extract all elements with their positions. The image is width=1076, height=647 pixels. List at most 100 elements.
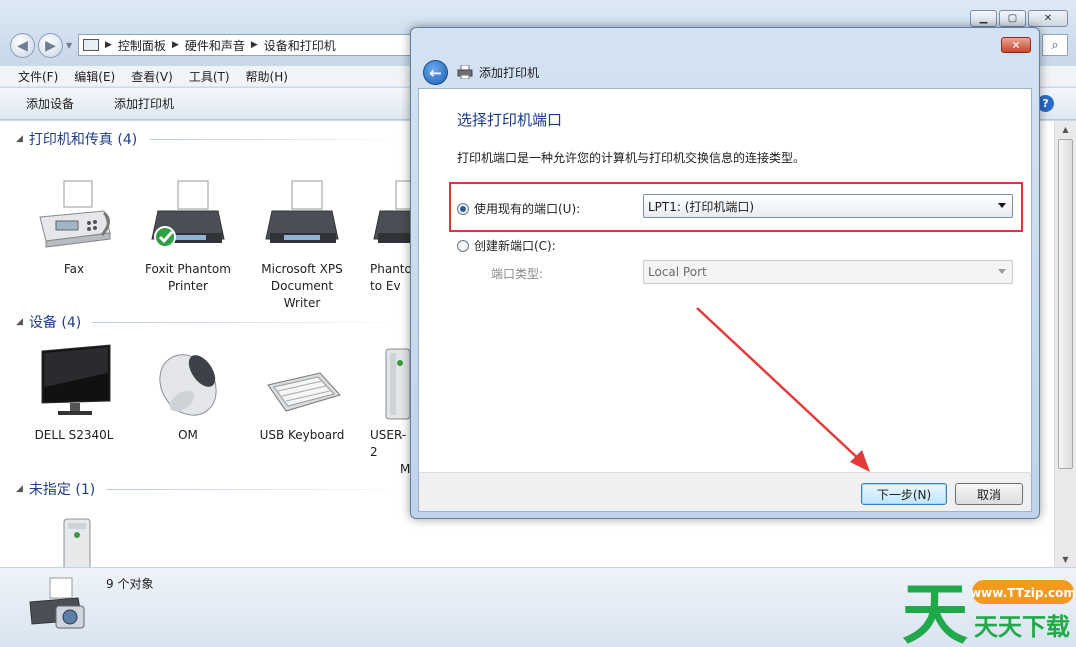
computer-tower-icon bbox=[34, 513, 114, 567]
collapse-triangle-icon[interactable]: ◢ bbox=[16, 484, 23, 494]
scrollbar-thumb[interactable] bbox=[1058, 139, 1073, 469]
watermark-text: 天天下载 bbox=[974, 613, 1070, 641]
radio-button-unchecked[interactable] bbox=[457, 239, 469, 252]
use-existing-port-radio[interactable]: 使用现有的端口(U): bbox=[457, 200, 580, 217]
menu-file[interactable]: 文件(F) bbox=[18, 68, 58, 85]
group-header-unspecified[interactable]: ◢ 未指定 (1) bbox=[16, 479, 95, 499]
keyboard-icon bbox=[262, 343, 342, 423]
device-item-fax[interactable]: Fax bbox=[20, 177, 128, 278]
chevron-right-icon[interactable]: ▶ bbox=[172, 40, 179, 50]
device-item-xps-writer[interactable]: Microsoft XPS Document Writer bbox=[248, 177, 356, 312]
group-divider bbox=[150, 139, 410, 140]
group-header-printers[interactable]: ◢ 打印机和传真 (4) bbox=[16, 129, 137, 149]
close-icon: ✕ bbox=[1011, 38, 1021, 52]
dialog-back-button[interactable]: ← bbox=[423, 60, 448, 85]
cancel-button[interactable]: 取消 bbox=[955, 483, 1023, 505]
dialog-title: 添加打印机 bbox=[479, 66, 540, 80]
device-label: Foxit Phantom bbox=[145, 262, 231, 276]
group-title: 打印机和传真 (4) bbox=[28, 132, 138, 148]
breadcrumb-devices-printers[interactable]: 设备和打印机 bbox=[264, 37, 336, 54]
add-device-button[interactable]: 添加设备 bbox=[26, 95, 74, 112]
create-new-port-radio[interactable]: 创建新端口(C): bbox=[457, 237, 556, 254]
device-item-mouse[interactable]: OM bbox=[134, 343, 242, 444]
menu-help[interactable]: 帮助(H) bbox=[246, 68, 288, 85]
next-button[interactable]: 下一步(N) bbox=[861, 483, 947, 505]
device-label: OM bbox=[178, 428, 198, 442]
radio-button-checked[interactable] bbox=[457, 202, 469, 215]
minimize-icon: ▁ bbox=[979, 13, 988, 24]
page-title: 选择打印机端口 bbox=[457, 111, 563, 129]
device-label: USER-2 bbox=[370, 428, 407, 459]
port-type-value: Local Port bbox=[648, 265, 707, 279]
device-item-unspecified[interactable] bbox=[20, 513, 128, 567]
radio-label: 创建新端口(C): bbox=[474, 239, 556, 253]
existing-port-select[interactable]: LPT1: (打印机端口) bbox=[643, 194, 1013, 218]
collapse-triangle-icon[interactable]: ◢ bbox=[16, 317, 23, 327]
control-panel-icon bbox=[83, 39, 99, 51]
item-count: 9 个对象 bbox=[106, 577, 154, 591]
address-bar[interactable]: ▶ 控制面板 ▶ 硬件和声音 ▶ 设备和打印机 bbox=[78, 34, 418, 56]
device-label: Document bbox=[270, 279, 334, 293]
device-label: Writer bbox=[283, 296, 321, 310]
device-label: DELL S2340L bbox=[34, 428, 114, 442]
collapse-triangle-icon[interactable]: ◢ bbox=[16, 134, 23, 144]
radio-label: 使用现有的端口(U): bbox=[474, 202, 581, 216]
window-caption-buttons: ▁ ▢ ✕ bbox=[968, 10, 1068, 27]
search-button[interactable]: ⌕ bbox=[1042, 34, 1068, 56]
menu-tools[interactable]: 工具(T) bbox=[189, 68, 230, 85]
group-title: 设备 (4) bbox=[28, 315, 82, 331]
dialog-footer: 下一步(N) 取消 bbox=[418, 472, 1032, 512]
printer-icon bbox=[457, 64, 473, 80]
search-icon: ⌕ bbox=[1051, 37, 1059, 53]
device-label: M bbox=[400, 462, 410, 476]
device-label: USB Keyboard bbox=[259, 428, 345, 442]
device-label: Microsoft XPS bbox=[261, 262, 343, 276]
menu-view[interactable]: 查看(V) bbox=[131, 68, 173, 85]
dialog-body: 选择打印机端口 打印机端口是一种允许您的计算机与打印机交换信息的连接类型。 使用… bbox=[418, 88, 1032, 472]
port-type-label: 端口类型: bbox=[491, 267, 544, 281]
vertical-scrollbar[interactable]: ▲ ▼ bbox=[1054, 121, 1076, 567]
port-type-select[interactable]: Local Port bbox=[643, 260, 1013, 284]
menu-edit[interactable]: 编辑(E) bbox=[74, 68, 115, 85]
close-icon: ✕ bbox=[1043, 13, 1053, 24]
watermark-site: www.TTzip.com bbox=[970, 586, 1076, 600]
breadcrumb-hardware-sound[interactable]: 硬件和声音 bbox=[185, 37, 245, 54]
device-label: Printer bbox=[168, 279, 208, 293]
minimize-button[interactable]: ▁ bbox=[970, 10, 997, 27]
device-item-monitor[interactable]: DELL S2340L bbox=[20, 343, 128, 444]
close-window-button[interactable]: ✕ bbox=[1028, 10, 1068, 27]
maximize-icon: ▢ bbox=[1007, 13, 1018, 24]
printer-icon bbox=[370, 177, 410, 257]
chevron-right-icon[interactable]: ▶ bbox=[251, 40, 258, 50]
device-item-foxit-printer[interactable]: Foxit Phantom Printer bbox=[134, 177, 242, 295]
fax-icon bbox=[34, 177, 114, 257]
scroll-up-icon[interactable]: ▲ bbox=[1055, 121, 1076, 137]
printer-camera-icon bbox=[26, 574, 90, 638]
scroll-down-icon[interactable]: ▼ bbox=[1055, 551, 1076, 567]
printer-icon bbox=[262, 177, 342, 257]
group-title: 未指定 (1) bbox=[28, 482, 96, 498]
page-description: 打印机端口是一种允许您的计算机与打印机交换信息的连接类型。 bbox=[457, 151, 806, 165]
chevron-right-icon[interactable]: ▶ bbox=[105, 40, 112, 50]
selected-port-value: LPT1: (打印机端口) bbox=[648, 199, 755, 214]
group-header-devices[interactable]: ◢ 设备 (4) bbox=[16, 312, 81, 332]
monitor-icon bbox=[34, 343, 114, 423]
forward-arrow-icon: ▶ bbox=[45, 37, 56, 54]
device-item-keyboard[interactable]: USB Keyboard bbox=[248, 343, 356, 444]
add-printer-button[interactable]: 添加打印机 bbox=[114, 95, 174, 112]
forward-button[interactable]: ▶ bbox=[38, 33, 63, 58]
device-label: Fax bbox=[63, 262, 85, 276]
recent-pages-dropdown-icon[interactable]: ▼ bbox=[66, 41, 72, 50]
group-divider bbox=[106, 489, 410, 490]
device-label: Phanto bbox=[370, 262, 410, 276]
maximize-button[interactable]: ▢ bbox=[999, 10, 1026, 27]
computer-tower-icon bbox=[370, 343, 410, 423]
dialog-close-button[interactable]: ✕ bbox=[1001, 37, 1031, 53]
device-item-phantom-pdf[interactable]: Phanto to Ev bbox=[362, 177, 410, 295]
back-button[interactable]: ◀ bbox=[10, 33, 35, 58]
mouse-icon bbox=[148, 343, 228, 423]
back-arrow-icon: ← bbox=[429, 63, 442, 82]
breadcrumb-control-panel[interactable]: 控制面板 bbox=[118, 37, 166, 54]
device-item-computer[interactable]: USER-2 M bbox=[362, 343, 410, 478]
device-label: to Ev bbox=[370, 279, 401, 293]
